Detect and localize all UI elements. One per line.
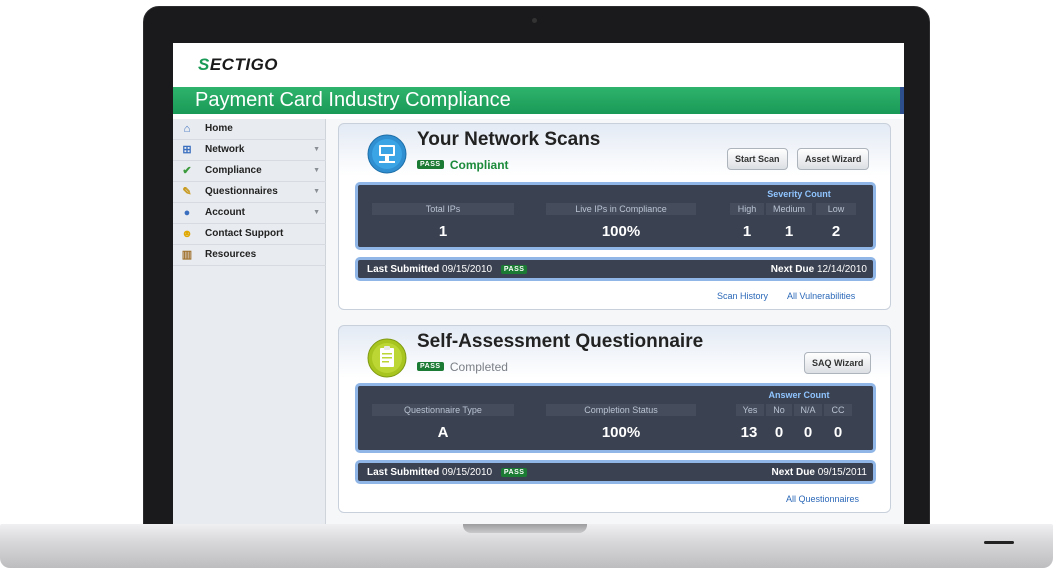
- book-icon: ▥: [181, 249, 193, 261]
- total-ips-value: 1: [438, 223, 448, 240]
- no-label: No: [766, 404, 792, 416]
- na-count: 0: [803, 424, 813, 441]
- live-ips-value: 100%: [601, 223, 641, 240]
- last-submitted-date: 09/15/2010: [442, 467, 493, 478]
- all-questionnaires-link[interactable]: All Questionnaires: [786, 494, 859, 504]
- sidebar-item-label: Contact Support: [205, 228, 284, 239]
- last-submitted: Last Submitted 09/15/2010 PASS: [367, 467, 528, 478]
- laptop-notch: [463, 524, 587, 533]
- next-due-label: Next Due: [771, 467, 815, 478]
- sidebar-item-compliance[interactable]: ✔ Compliance ▼: [173, 161, 326, 182]
- last-submitted-date: 09/15/2010: [442, 264, 493, 275]
- saq-status-text: Completed: [449, 359, 508, 374]
- chevron-down-icon: ▼: [313, 167, 320, 174]
- last-submitted: Last Submitted 09/15/2010 PASS: [367, 264, 528, 275]
- chevron-down-icon: ▼: [313, 188, 320, 195]
- completion-status-label: Completion Status: [546, 404, 696, 416]
- support-icon: ☻: [181, 228, 193, 240]
- screen: SECTIGO Payment Card Industry Compliance…: [173, 43, 904, 524]
- high-count: 1: [742, 223, 752, 240]
- page-banner: Payment Card Industry Compliance: [173, 87, 904, 114]
- last-submitted-label: Last Submitted: [367, 467, 440, 478]
- na-label: N/A: [794, 404, 822, 416]
- asset-wizard-button[interactable]: Asset Wizard: [797, 148, 870, 170]
- sidebar-item-contact-support[interactable]: ☻ Contact Support: [173, 224, 326, 245]
- scan-status-text: Compliant: [449, 157, 509, 172]
- cc-count: 0: [833, 424, 843, 441]
- sidebar: ⌂ Home ⊞ Network ▼ ✔ Compliance ▼ ✎ Ques…: [173, 119, 326, 524]
- questionnaire-type-label: Questionnaire Type: [372, 404, 514, 416]
- yes-label: Yes: [736, 404, 764, 416]
- logo-text: SECTIGO: [198, 55, 279, 74]
- sidebar-item-home[interactable]: ⌂ Home: [173, 119, 326, 140]
- saq-stats-box: Answer Count Questionnaire Type Completi…: [355, 383, 876, 453]
- saq-panel: Self-Assessment Questionnaire PASS Compl…: [338, 325, 891, 513]
- next-due-date: 09/15/2011: [817, 467, 867, 478]
- questionnaire-icon: [367, 338, 407, 378]
- start-scan-button[interactable]: Start Scan: [727, 148, 788, 170]
- user-icon: ●: [183, 207, 191, 219]
- pass-badge: PASS: [500, 467, 528, 477]
- saq-status: PASS Completed: [417, 359, 508, 374]
- sidebar-item-questionnaires[interactable]: ✎ Questionnaires ▼: [173, 182, 326, 203]
- last-submitted-label: Last Submitted: [367, 264, 440, 275]
- sidebar-item-network[interactable]: ⊞ Network ▼: [173, 140, 326, 161]
- questionnaire-type-value: A: [437, 424, 449, 441]
- next-due: Next Due 12/14/2010: [771, 264, 867, 275]
- sidebar-item-label: Account: [205, 207, 245, 218]
- pencil-icon: ✎: [182, 186, 192, 198]
- sidebar-item-label: Resources: [205, 249, 257, 260]
- sectigo-logo: SECTIGO: [198, 55, 278, 75]
- main-content: Your Network Scans PASS Compliant Start …: [326, 119, 904, 524]
- live-ips-label: Live IPs in Compliance: [546, 203, 696, 215]
- sidebar-item-account[interactable]: ● Account ▼: [173, 203, 326, 224]
- medium-count: 1: [784, 223, 794, 240]
- network-scan-icon: [367, 134, 407, 174]
- check-icon: ✔: [182, 165, 192, 177]
- scan-submission-bar: Last Submitted 09/15/2010 PASS Next Due …: [355, 257, 876, 281]
- low-count: 2: [831, 223, 841, 240]
- high-label: High: [730, 203, 764, 215]
- next-due: Next Due 09/15/2011: [772, 467, 867, 478]
- pass-badge: PASS: [500, 264, 528, 274]
- cc-label: CC: [824, 404, 852, 416]
- completion-status-value: 100%: [601, 424, 641, 441]
- saq-title: Self-Assessment Questionnaire: [417, 331, 704, 352]
- total-ips-label: Total IPs: [372, 203, 514, 215]
- sidebar-item-label: Questionnaires: [205, 186, 278, 197]
- sidebar-item-label: Compliance: [205, 165, 262, 176]
- home-icon: ⌂: [183, 123, 191, 135]
- laptop-base-slot: [984, 541, 1014, 544]
- scan-status: PASS Compliant: [417, 157, 509, 172]
- camera-dot: [532, 18, 537, 23]
- saq-submission-bar: Last Submitted 09/15/2010 PASS Next Due …: [355, 460, 876, 484]
- network-scans-title: Your Network Scans: [417, 129, 601, 150]
- sidebar-item-label: Home: [205, 123, 233, 134]
- medium-label: Medium: [766, 203, 812, 215]
- no-count: 0: [774, 424, 784, 441]
- severity-count-heading: Severity Count: [767, 189, 831, 199]
- scan-stats-box: Severity Count Total IPs Live IPs in Com…: [355, 182, 876, 250]
- network-scans-panel: Your Network Scans PASS Compliant Start …: [338, 123, 891, 310]
- scan-history-link[interactable]: Scan History: [717, 291, 768, 301]
- yes-count: 13: [740, 424, 758, 441]
- sidebar-item-resources[interactable]: ▥ Resources: [173, 245, 326, 266]
- chevron-down-icon: ▼: [313, 146, 320, 153]
- all-vulnerabilities-link[interactable]: All Vulnerabilities: [787, 291, 855, 301]
- chevron-down-icon: ▼: [313, 209, 320, 216]
- sidebar-item-label: Network: [205, 144, 245, 155]
- next-due-date: 12/14/2010: [816, 264, 867, 275]
- pass-badge: PASS: [417, 362, 444, 372]
- network-icon: ⊞: [182, 144, 192, 156]
- next-due-label: Next Due: [770, 264, 815, 275]
- saq-wizard-button[interactable]: SAQ Wizard: [804, 352, 872, 374]
- pass-badge: PASS: [417, 160, 444, 170]
- answer-count-heading: Answer Count: [768, 390, 830, 400]
- low-label: Low: [816, 203, 856, 215]
